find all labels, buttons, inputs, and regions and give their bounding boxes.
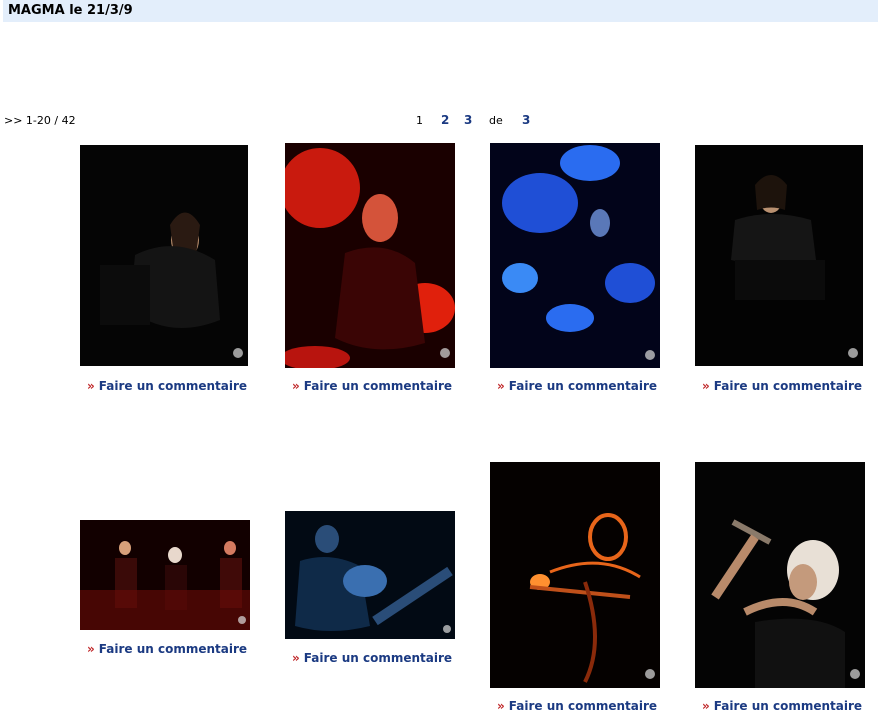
photo-thumbnail-1[interactable] xyxy=(80,145,248,366)
comment-arrow-icon: » xyxy=(87,642,95,656)
comment-link-4[interactable]: » Faire un commentaire xyxy=(702,379,862,393)
comment-label: Faire un commentaire xyxy=(713,699,863,713)
photo-thumbnail-2[interactable] xyxy=(285,143,455,368)
pagination-link-page-3[interactable]: 3 xyxy=(464,113,472,127)
comment-label: Faire un commentaire xyxy=(508,699,658,713)
comment-link-1[interactable]: » Faire un commentaire xyxy=(87,379,247,393)
comment-link-5[interactable]: » Faire un commentaire xyxy=(87,642,247,656)
photo-thumbnail-6[interactable] xyxy=(285,511,455,639)
photo-thumbnail-4[interactable] xyxy=(695,145,863,366)
comment-link-6[interactable]: » Faire un commentaire xyxy=(292,651,452,665)
concert-photo-image xyxy=(490,143,660,368)
comment-link-2[interactable]: » Faire un commentaire xyxy=(292,379,452,393)
comment-arrow-icon: » xyxy=(497,699,505,713)
comment-arrow-icon: » xyxy=(292,379,300,393)
pagination-current-page: 1 xyxy=(416,114,423,127)
pagination-total-pages[interactable]: 3 xyxy=(522,113,530,127)
pagination-link-page-2[interactable]: 2 xyxy=(441,113,449,127)
concert-photo-image xyxy=(695,145,863,366)
photo-thumbnail-3[interactable] xyxy=(490,143,660,368)
comment-link-7[interactable]: » Faire un commentaire xyxy=(497,699,657,713)
comment-arrow-icon: » xyxy=(702,699,710,713)
page-header: MAGMA le 21/3/9 xyxy=(3,0,878,22)
comment-label: Faire un commentaire xyxy=(303,379,453,393)
comment-label: Faire un commentaire xyxy=(303,651,453,665)
comment-link-3[interactable]: » Faire un commentaire xyxy=(497,379,657,393)
photo-thumbnail-5[interactable] xyxy=(80,520,250,630)
photo-thumbnail-8[interactable] xyxy=(695,462,865,688)
comment-label: Faire un commentaire xyxy=(98,379,248,393)
concert-photo-image xyxy=(80,520,250,630)
photo-thumbnail-7[interactable] xyxy=(490,462,660,688)
concert-photo-image xyxy=(285,143,455,368)
comment-label: Faire un commentaire xyxy=(713,379,863,393)
comment-arrow-icon: » xyxy=(702,379,710,393)
page-title: MAGMA le 21/3/9 xyxy=(8,3,133,18)
pagination-of-label: de xyxy=(489,114,503,127)
concert-photo-image xyxy=(285,511,455,639)
comment-label: Faire un commentaire xyxy=(98,642,248,656)
concert-photo-image xyxy=(490,462,660,688)
comment-label: Faire un commentaire xyxy=(508,379,658,393)
concert-photo-image xyxy=(80,145,248,366)
concert-photo-image xyxy=(695,462,865,688)
comment-link-8[interactable]: » Faire un commentaire xyxy=(702,699,862,713)
comment-arrow-icon: » xyxy=(497,379,505,393)
pagination-range: >> 1-20 / 42 xyxy=(4,114,76,127)
comment-arrow-icon: » xyxy=(292,651,300,665)
comment-arrow-icon: » xyxy=(87,379,95,393)
